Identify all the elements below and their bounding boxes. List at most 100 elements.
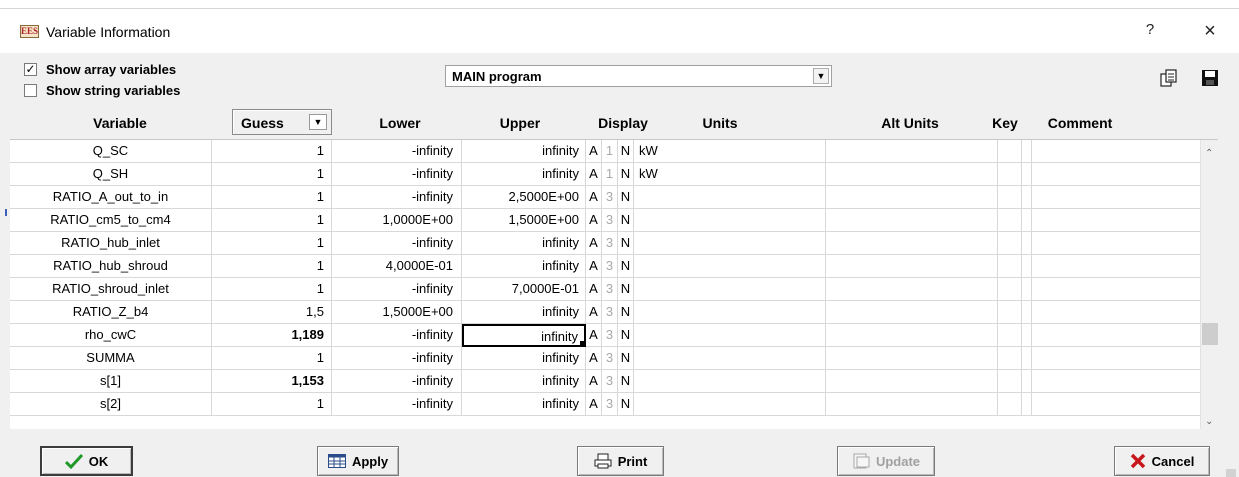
display-format-cell[interactable]: A <box>586 278 602 301</box>
alt-units-cell[interactable] <box>826 209 998 232</box>
upper-bound-cell[interactable]: infinity <box>462 232 586 255</box>
column-header-display[interactable]: Display <box>583 115 663 131</box>
help-button[interactable]: ? <box>1140 21 1160 41</box>
alt-units-cell[interactable] <box>826 163 998 186</box>
key-flag-cell[interactable] <box>1022 209 1032 232</box>
display-format-cell[interactable]: A <box>586 186 602 209</box>
key-flag-cell[interactable] <box>1022 140 1032 163</box>
comment-cell[interactable] <box>1032 163 1200 186</box>
units-cell[interactable] <box>634 393 826 416</box>
display-digits-cell[interactable]: 3 <box>602 324 618 347</box>
units-cell[interactable] <box>634 186 826 209</box>
lower-bound-cell[interactable]: 1,5000E+00 <box>332 301 462 324</box>
display-format-cell[interactable]: A <box>586 347 602 370</box>
display-digits-cell[interactable]: 3 <box>602 347 618 370</box>
display-format-cell[interactable]: A <box>586 370 602 393</box>
cancel-button[interactable]: Cancel <box>1114 446 1210 476</box>
alt-units-cell[interactable] <box>826 186 998 209</box>
upper-bound-cell[interactable]: infinity <box>462 140 586 163</box>
display-digits-cell[interactable]: 3 <box>602 301 618 324</box>
comment-cell[interactable] <box>1032 255 1200 278</box>
display-format-cell[interactable]: A <box>586 393 602 416</box>
upper-bound-cell[interactable]: 1,5000E+00 <box>462 209 586 232</box>
alt-units-cell[interactable] <box>826 393 998 416</box>
table-row[interactable]: RATIO_Z_b4 1,5 1,5000E+00 infinity A 3 N <box>10 301 1218 324</box>
guess-cell[interactable]: 1,153 <box>212 370 332 393</box>
units-cell[interactable] <box>634 347 826 370</box>
display-digits-cell[interactable]: 3 <box>602 186 618 209</box>
comment-cell[interactable] <box>1032 324 1200 347</box>
lower-bound-cell[interactable]: -infinity <box>332 278 462 301</box>
guess-cell[interactable]: 1 <box>212 278 332 301</box>
key-cell[interactable] <box>998 370 1022 393</box>
column-header-variable[interactable]: Variable <box>70 115 170 131</box>
display-format-cell[interactable]: A <box>586 163 602 186</box>
scroll-up-icon[interactable]: ⌃ <box>1205 148 1213 159</box>
key-cell[interactable] <box>998 209 1022 232</box>
table-row[interactable]: s[2] 1 -infinity infinity A 3 N <box>10 393 1218 416</box>
lower-bound-cell[interactable]: -infinity <box>332 393 462 416</box>
display-format-cell[interactable]: A <box>586 140 602 163</box>
units-cell[interactable] <box>634 209 826 232</box>
key-cell[interactable] <box>998 186 1022 209</box>
display-type-cell[interactable]: N <box>618 301 634 324</box>
table-row[interactable]: RATIO_hub_inlet 1 -infinity infinity A 3 N <box>10 232 1218 255</box>
alt-units-cell[interactable] <box>826 140 998 163</box>
lower-bound-cell[interactable]: -infinity <box>332 324 462 347</box>
upper-bound-cell[interactable]: infinity <box>462 347 586 370</box>
display-type-cell[interactable]: N <box>618 393 634 416</box>
key-flag-cell[interactable] <box>1022 278 1032 301</box>
units-cell[interactable] <box>634 255 826 278</box>
comment-cell[interactable] <box>1032 209 1200 232</box>
display-format-cell[interactable]: A <box>586 232 602 255</box>
key-cell[interactable] <box>998 393 1022 416</box>
display-format-cell[interactable]: A <box>586 255 602 278</box>
display-type-cell[interactable]: N <box>618 186 634 209</box>
chevron-down-icon[interactable]: ▼ <box>309 114 327 130</box>
key-flag-cell[interactable] <box>1022 393 1032 416</box>
upper-bound-cell[interactable]: 2,5000E+00 <box>462 186 586 209</box>
units-cell[interactable]: kW <box>634 140 826 163</box>
comment-cell[interactable] <box>1032 186 1200 209</box>
key-flag-cell[interactable] <box>1022 324 1032 347</box>
display-type-cell[interactable]: N <box>618 140 634 163</box>
ok-button[interactable]: OK <box>40 446 133 476</box>
column-header-comment[interactable]: Comment <box>1040 115 1120 131</box>
upper-bound-cell[interactable]: infinity <box>462 301 586 324</box>
comment-cell[interactable] <box>1032 370 1200 393</box>
apply-button[interactable]: Apply <box>317 446 399 476</box>
lower-bound-cell[interactable]: -infinity <box>332 186 462 209</box>
guess-column-select[interactable]: Guess ▼ <box>232 109 332 135</box>
scrollbar-thumb[interactable] <box>1202 323 1218 345</box>
guess-cell[interactable]: 1 <box>212 186 332 209</box>
display-digits-cell[interactable]: 3 <box>602 393 618 416</box>
column-header-units[interactable]: Units <box>680 115 760 131</box>
lower-bound-cell[interactable]: -infinity <box>332 347 462 370</box>
key-flag-cell[interactable] <box>1022 255 1032 278</box>
display-digits-cell[interactable]: 1 <box>602 140 618 163</box>
guess-cell[interactable]: 1,189 <box>212 324 332 347</box>
table-row[interactable]: s[1] 1,153 -infinity infinity A 3 N <box>10 370 1218 393</box>
lower-bound-cell[interactable]: 1,0000E+00 <box>332 209 462 232</box>
scroll-down-icon[interactable]: ⌄ <box>1205 416 1213 427</box>
column-header-upper[interactable]: Upper <box>480 115 560 131</box>
key-flag-cell[interactable] <box>1022 186 1032 209</box>
comment-cell[interactable] <box>1032 393 1200 416</box>
print-button[interactable]: Print <box>577 446 664 476</box>
alt-units-cell[interactable] <box>826 232 998 255</box>
comment-cell[interactable] <box>1032 232 1200 255</box>
display-type-cell[interactable]: N <box>618 370 634 393</box>
table-row[interactable]: RATIO_cm5_to_cm4 1 1,0000E+00 1,5000E+00 A 3 N <box>10 209 1218 232</box>
display-digits-cell[interactable]: 3 <box>602 278 618 301</box>
column-header-alt-units[interactable]: Alt Units <box>865 115 955 131</box>
lower-bound-cell[interactable]: -infinity <box>332 232 462 255</box>
alt-units-cell[interactable] <box>826 278 998 301</box>
key-flag-cell[interactable] <box>1022 232 1032 255</box>
comment-cell[interactable] <box>1032 301 1200 324</box>
resize-grip[interactable] <box>1226 469 1236 477</box>
show-array-variables-checkbox[interactable]: ✓ <box>24 62 37 76</box>
comment-cell[interactable] <box>1032 347 1200 370</box>
close-button[interactable]: × <box>1198 20 1222 42</box>
display-type-cell[interactable]: N <box>618 278 634 301</box>
key-flag-cell[interactable] <box>1022 370 1032 393</box>
